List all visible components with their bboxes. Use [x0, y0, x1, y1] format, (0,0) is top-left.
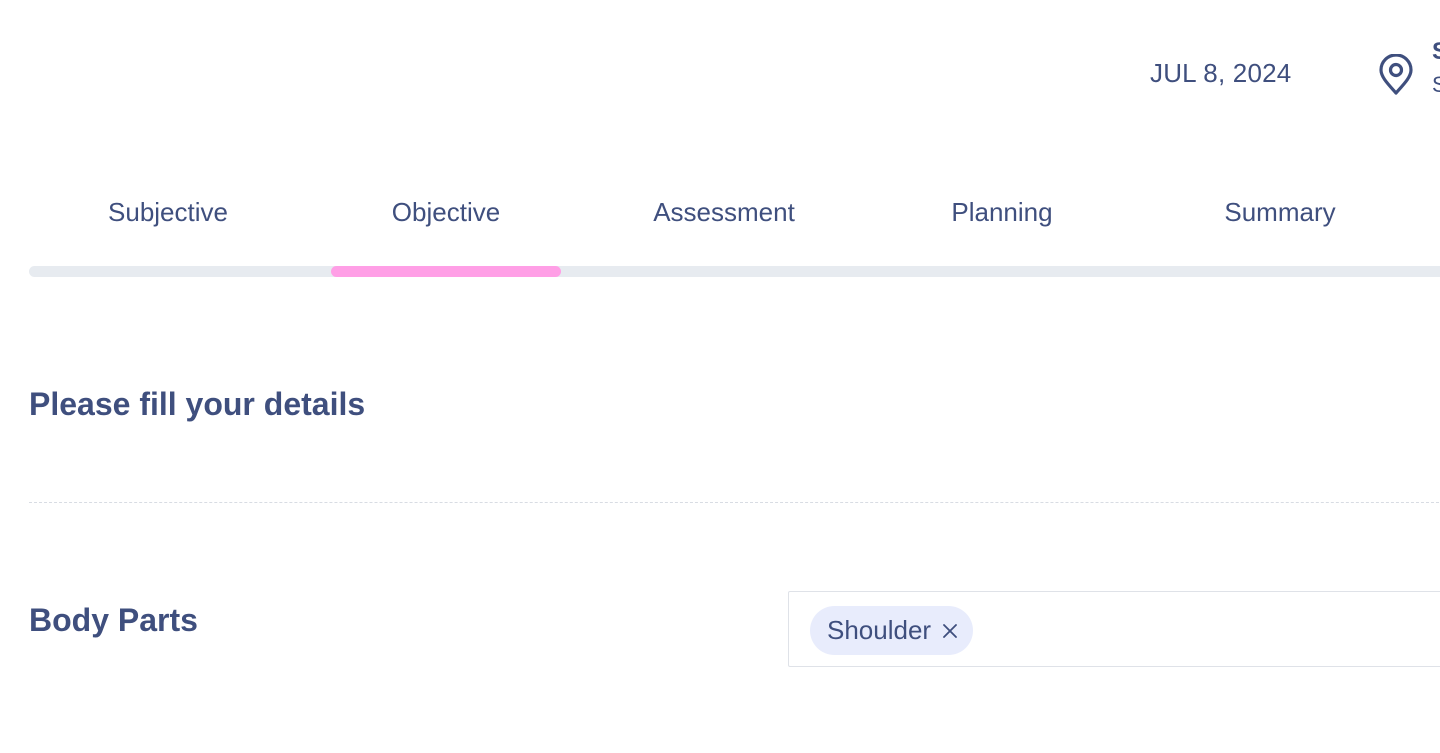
tab-assessment[interactable]: Assessment [604, 197, 844, 237]
active-tab-indicator [331, 266, 561, 277]
body-parts-select[interactable]: Shoulder [788, 591, 1440, 667]
selected-chip-shoulder: Shoulder [810, 606, 974, 655]
map-pin-icon[interactable] [1378, 53, 1414, 96]
location-name: S [1432, 40, 1440, 64]
chip-label: Shoulder [827, 615, 932, 645]
tab-planning[interactable]: Planning [882, 197, 1122, 237]
tab-summary[interactable]: Summary [1160, 197, 1400, 237]
tab-objective[interactable]: Objective [326, 197, 566, 237]
progress-track [29, 266, 1440, 277]
location-info[interactable]: S S [1432, 40, 1440, 96]
section-divider [29, 502, 1440, 503]
tab-subjective[interactable]: Subjective [48, 197, 288, 237]
visit-date: JUL 8, 2024 [1150, 58, 1292, 88]
body-parts-label: Body Parts [29, 602, 198, 638]
close-icon[interactable] [941, 622, 959, 640]
section-title: Please fill your details [29, 386, 366, 422]
objective-page: JUL 8, 2024 S S Subjective Objective Ass… [0, 0, 1440, 753]
location-sub: S [1432, 72, 1440, 97]
